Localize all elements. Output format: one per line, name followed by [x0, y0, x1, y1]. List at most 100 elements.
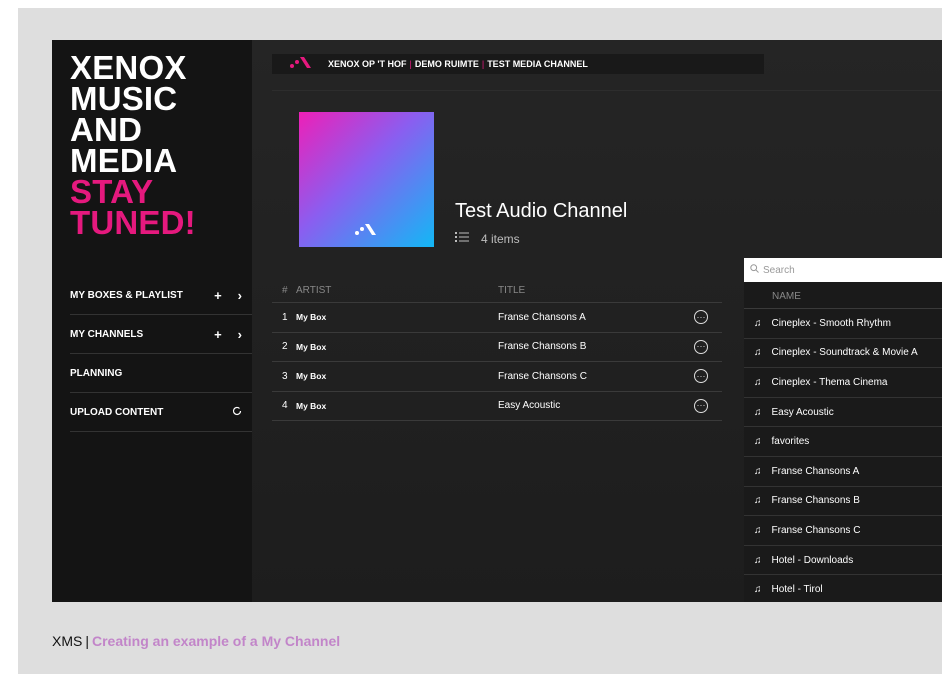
music-note-icon: ♫ [754, 524, 762, 536]
sidebar-item-my-boxes[interactable]: MY BOXES & PLAYLIST + › [70, 276, 252, 315]
table-row[interactable]: 1 My Box Franse Chansons A ··· [272, 303, 722, 333]
sidebar-item-my-channels[interactable]: MY CHANNELS + › [70, 315, 252, 354]
breadcrumb-item[interactable]: XENOX OP 'T HOF [328, 59, 407, 69]
sidebar-item-label: MY CHANNELS [70, 328, 144, 340]
track-artist: My Box [296, 312, 327, 323]
table-row[interactable]: 4 My Box Easy Acoustic ··· [272, 392, 722, 421]
sidebar-item-planning[interactable]: PLANNING [70, 354, 252, 393]
more-options-icon[interactable]: ··· [694, 339, 708, 354]
breadcrumb-item[interactable]: TEST MEDIA CHANNEL [487, 59, 588, 69]
list-item[interactable]: ♫ Franse Chansons B [744, 487, 942, 517]
xenox-logo-icon [290, 55, 312, 74]
music-note-icon: ♫ [754, 376, 762, 388]
sidebar-item-label: UPLOAD CONTENT [70, 406, 164, 418]
chevron-right-icon[interactable]: › [238, 288, 242, 303]
refresh-icon[interactable] [232, 406, 242, 419]
list-item[interactable]: ♫ favorites [744, 427, 942, 457]
music-note-icon: ♫ [754, 584, 762, 596]
list-item[interactable]: ♫ Cineplex - Thema Cinema [744, 368, 942, 398]
brand-line: MUSIC [70, 80, 178, 117]
list-item[interactable]: ♫ Cineplex - Smooth Rhythm [744, 309, 942, 339]
column-header-name[interactable]: NAME [744, 284, 942, 309]
tracks-table: # ARTIST TITLE 1 My Box Franse Chansons … [272, 278, 722, 421]
more-options-icon[interactable]: ··· [694, 398, 708, 413]
track-title: Easy Acoustic [498, 400, 561, 412]
list-icon [455, 231, 469, 246]
library-panel: Search NAME ♫ Cineplex - Smooth Rhythm ♫ C… [744, 258, 942, 602]
list-item-label: Cineplex - Thema Cinema [771, 376, 888, 388]
list-item-label: Franse Chansons C [771, 524, 861, 536]
sidebar: XENOX MUSIC AND MEDIA STAY TUNED! MY BOX… [52, 40, 252, 602]
add-icon[interactable]: + [214, 288, 222, 303]
list-item[interactable]: ♫ Hotel - Downloads [744, 546, 942, 576]
brand-line-accent: STAY [70, 173, 154, 210]
xenox-logo-icon [355, 222, 377, 241]
caption-prefix: XMS [52, 633, 83, 649]
table-row[interactable]: 2 My Box Franse Chansons B ··· [272, 333, 722, 362]
brand-line: AND [70, 111, 143, 148]
sidebar-item-upload-content[interactable]: UPLOAD CONTENT [70, 393, 252, 432]
list-item[interactable]: ♫ Cineplex - Soundtrack & Movie A [744, 339, 942, 369]
music-note-icon: ♫ [754, 495, 762, 507]
track-title: Franse Chansons B [498, 341, 587, 353]
column-header-title[interactable]: TITLE [498, 285, 694, 296]
brand-logo-text: XENOX MUSIC AND MEDIA STAY TUNED! [70, 49, 196, 241]
music-note-icon: ♫ [754, 406, 762, 418]
track-title: Franse Chansons A [498, 311, 586, 323]
music-note-icon: ♫ [754, 347, 762, 359]
caption-separator: | [85, 633, 89, 649]
channel-cover-art [299, 112, 434, 247]
search-input[interactable]: Search [744, 258, 942, 282]
list-item-label: Easy Acoustic [771, 406, 834, 418]
column-header-number: # [282, 284, 288, 296]
more-options-icon[interactable]: ··· [694, 310, 708, 325]
search-placeholder: Search [763, 264, 795, 276]
track-number: 1 [282, 311, 288, 323]
divider [272, 90, 942, 91]
music-note-icon: ♫ [754, 554, 762, 566]
music-note-icon: ♫ [754, 317, 762, 329]
list-item-label: Hotel - Tirol [771, 584, 823, 596]
list-item-label: Cineplex - Smooth Rhythm [771, 317, 892, 329]
sidebar-item-label: PLANNING [70, 367, 123, 379]
track-number: 4 [282, 400, 288, 412]
column-header-artist[interactable]: ARTIST [296, 285, 498, 296]
table-header: # ARTIST TITLE [272, 278, 722, 303]
brand-line: XENOX [70, 49, 187, 86]
table-row[interactable]: 3 My Box Franse Chansons C ··· [272, 362, 722, 392]
track-artist: My Box [296, 371, 327, 382]
item-count-label: 4 items [481, 231, 520, 246]
caption-text: Creating an example of a My Channel [91, 633, 341, 649]
breadcrumb: XENOX OP 'T HOF | DEMO RUIMTE | TEST MED… [272, 54, 764, 74]
list-item-label: Franse Chansons A [771, 465, 860, 477]
list-item[interactable]: ♫ Franse Chansons A [744, 457, 942, 487]
breadcrumb-item[interactable]: DEMO RUIMTE [415, 59, 479, 69]
list-item[interactable]: ♫ Hotel - Tirol [744, 575, 942, 602]
music-note-icon: ♫ [754, 465, 762, 477]
track-title: Franse Chansons C [498, 370, 587, 382]
sidebar-item-label: MY BOXES & PLAYLIST [70, 289, 183, 301]
track-number: 3 [282, 370, 288, 382]
app-window: XENOX MUSIC AND MEDIA STAY TUNED! MY BOX… [52, 40, 942, 602]
list-item-label: Hotel - Downloads [771, 554, 854, 566]
track-artist: My Box [296, 400, 327, 411]
brand-line-accent: TUNED! [70, 204, 196, 241]
screenshot-frame: XENOX MUSIC AND MEDIA STAY TUNED! MY BOX… [18, 8, 942, 674]
brand-line: MEDIA [70, 142, 178, 179]
page-title: Test Audio Channel [455, 200, 628, 222]
search-icon [750, 264, 759, 276]
music-note-icon: ♫ [754, 436, 762, 448]
add-icon[interactable]: + [214, 327, 222, 342]
more-options-icon[interactable]: ··· [694, 369, 708, 384]
breadcrumb-separator: | [409, 59, 412, 69]
list-item[interactable]: ♫ Easy Acoustic [744, 398, 942, 428]
list-item-label: favorites [771, 436, 810, 448]
figure-caption: XMS | Creating an example of a My Channel [52, 633, 340, 649]
item-count: 4 items [455, 231, 520, 246]
track-artist: My Box [296, 341, 327, 352]
list-item-label: Cineplex - Soundtrack & Movie A [771, 347, 918, 359]
track-number: 2 [282, 341, 288, 353]
breadcrumb-separator: | [481, 59, 485, 69]
chevron-right-icon[interactable]: › [238, 327, 242, 342]
list-item[interactable]: ♫ Franse Chansons C [744, 516, 942, 546]
